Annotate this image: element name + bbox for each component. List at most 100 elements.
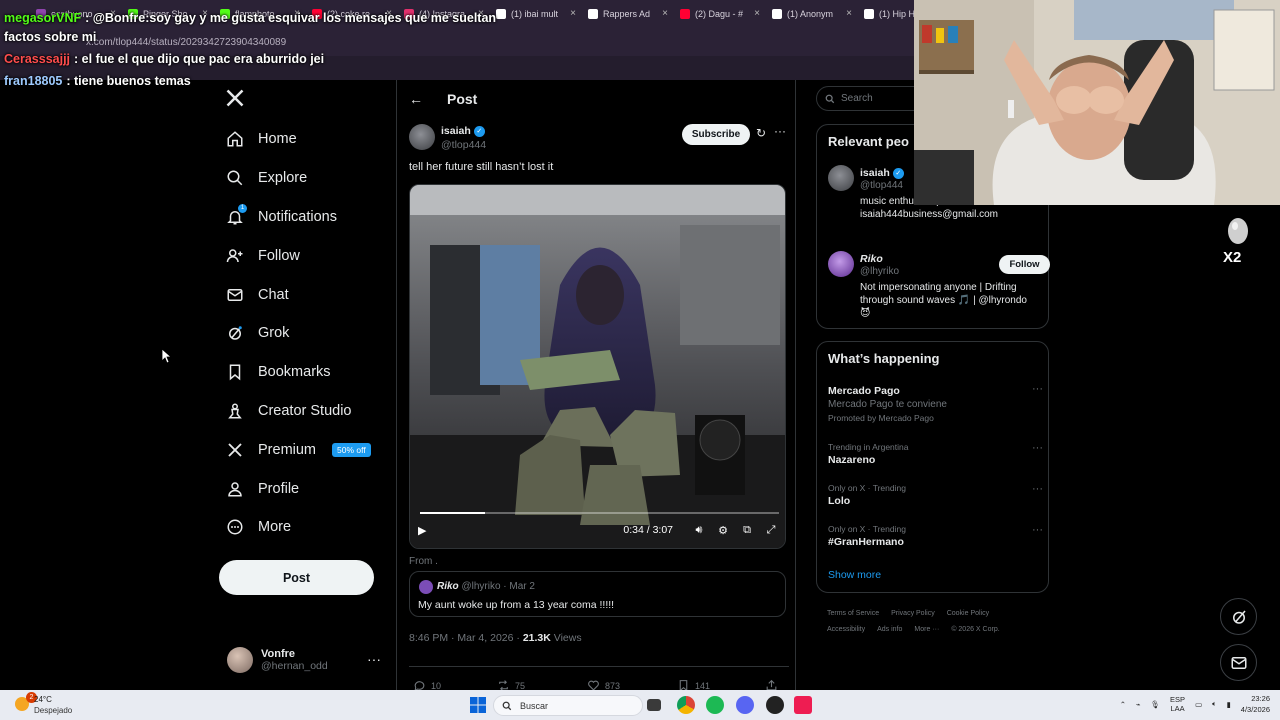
grok-icon[interactable]: ↻ xyxy=(756,126,766,140)
taskbar-search[interactable]: Buscar xyxy=(493,695,643,716)
language-code: ESP xyxy=(1170,695,1186,704)
nav-bookmarks[interactable]: Bookmarks xyxy=(218,353,388,392)
video-frame xyxy=(410,185,785,548)
close-tab-icon[interactable]: × xyxy=(662,8,668,19)
from-attribution[interactable]: From . xyxy=(409,556,438,567)
quote-header: Riko @lhyriko · Mar 2 xyxy=(437,581,535,592)
follow-button[interactable]: Follow xyxy=(999,255,1050,274)
tab-label: (1) ibai mult xyxy=(511,9,559,19)
nav-more[interactable]: More xyxy=(218,508,388,547)
nav-grok[interactable]: Grok xyxy=(218,314,388,353)
footer-link[interactable]: Cookie Policy xyxy=(947,610,989,617)
person-name[interactable]: isaiah xyxy=(860,167,890,179)
author-handle[interactable]: @tlop444 xyxy=(441,139,486,151)
post-actions: 10 75 873 141 xyxy=(409,666,789,692)
browser-tab[interactable]: (2) Dagu - # × xyxy=(674,0,766,28)
discord-icon[interactable] xyxy=(736,696,754,714)
os-taskbar: 2 24°C Despejado Buscar ⌃ ⌁ 🎙︎ ESP LAA ▭ … xyxy=(0,690,1280,720)
nav-creator-studio[interactable]: Creator Studio xyxy=(218,392,388,431)
network-icon[interactable]: ⌁ xyxy=(1136,700,1141,709)
avatar[interactable] xyxy=(409,124,435,150)
tab-favicon-icon xyxy=(588,9,598,19)
mic-icon[interactable]: 🎙︎ xyxy=(1151,700,1161,709)
avatar[interactable] xyxy=(828,165,854,191)
compose-post-button[interactable]: Post xyxy=(219,560,374,595)
bookmark-count: 141 xyxy=(695,680,711,691)
close-tab-icon[interactable]: × xyxy=(846,8,852,19)
more-dots-icon[interactable]: ··· xyxy=(1032,442,1043,454)
footer-link[interactable]: More ··· xyxy=(914,626,939,633)
more-dots-icon[interactable]: ··· xyxy=(774,124,786,138)
taskbar-search-label: Buscar xyxy=(520,700,549,711)
nav-premium[interactable]: Premium 50% off xyxy=(218,430,388,469)
weather-widget[interactable]: 2 24°C Despejado xyxy=(12,692,92,718)
clock[interactable]: 23:26 4/3/2026 xyxy=(1241,693,1270,715)
author-name[interactable]: isaiah xyxy=(441,125,471,137)
more-dots-icon[interactable]: ··· xyxy=(1032,383,1043,395)
more-dots-icon[interactable]: ··· xyxy=(367,651,381,667)
nav-chat[interactable]: Chat xyxy=(218,275,388,314)
search-icon xyxy=(227,170,243,186)
volume-icon[interactable]: 🔊︎ xyxy=(691,524,707,537)
quoted-post[interactable]: Riko @lhyriko · Mar 2 My aunt woke up fr… xyxy=(409,571,786,617)
post-meta: 8:46 PM · Mar 4, 2026 · 21.3K Views xyxy=(409,632,582,644)
play-icon[interactable]: ▶ xyxy=(418,524,432,537)
copyright: © 2026 X Corp. xyxy=(951,626,1000,633)
nav-explore[interactable]: Explore xyxy=(218,159,388,198)
settings-gear-icon[interactable]: ⚙ xyxy=(715,524,731,537)
fullscreen-icon[interactable]: ⤢ xyxy=(763,524,779,537)
creator-icon xyxy=(228,403,242,419)
spotify-icon[interactable] xyxy=(706,696,724,714)
file-explorer-icon[interactable] xyxy=(647,699,661,711)
x-icon xyxy=(228,443,242,457)
close-tab-icon[interactable]: × xyxy=(570,8,576,19)
post-timestamp[interactable]: 8:46 PM · Mar 4, 2026 · xyxy=(409,632,523,644)
subscribe-button[interactable]: Subscribe xyxy=(682,124,750,145)
monitor-icon[interactable]: ▭ xyxy=(1195,700,1202,709)
footer-link[interactable]: Accessibility xyxy=(827,626,865,633)
chat-text: : el fue el que dijo que pac era aburrid… xyxy=(74,52,325,66)
show-more-link[interactable]: Show more xyxy=(828,569,881,581)
notification-badge: 1 xyxy=(238,203,247,213)
nav-follow[interactable]: Follow xyxy=(218,236,388,275)
nav-label: Premium xyxy=(258,441,317,458)
more-dots-icon[interactable]: ··· xyxy=(1032,524,1043,536)
pip-icon[interactable]: ⧉ xyxy=(739,524,755,537)
webcam-overlay xyxy=(914,0,1280,205)
nav-profile[interactable]: Profile xyxy=(218,469,388,508)
avatar[interactable] xyxy=(828,251,854,277)
chevron-up-icon[interactable]: ⌃ xyxy=(1120,700,1126,709)
browser-tab[interactable]: Rappers Ad × xyxy=(582,0,674,28)
search-icon xyxy=(825,94,835,103)
author-name-row[interactable]: isaiah ✓ xyxy=(441,125,485,137)
volume-icon[interactable]: 🔈︎ xyxy=(1212,699,1217,709)
app-icon[interactable] xyxy=(766,696,784,714)
trend-item[interactable]: Mercado Pago Mercado Pago te conviene Pr… xyxy=(828,383,1043,423)
trend-item[interactable]: Only on X · Trending Lolo ··· xyxy=(828,483,1043,507)
footer-link[interactable]: Privacy Policy xyxy=(891,610,935,617)
nav-home[interactable]: Home xyxy=(218,120,388,159)
language-indicator[interactable]: ESP LAA xyxy=(1170,695,1185,713)
messages-fab-button[interactable] xyxy=(1220,644,1257,681)
trend-item[interactable]: Only on X · Trending #GranHermano ··· xyxy=(828,524,1043,548)
grok-fab-button[interactable] xyxy=(1220,598,1257,635)
close-tab-icon[interactable]: × xyxy=(754,8,760,19)
stream-chat-overlay: megasorVNF: @Bonfre:soy gay y me gusta e… xyxy=(4,9,504,94)
more-dots-icon[interactable]: ··· xyxy=(1032,483,1043,495)
browser-tab[interactable]: (1) Anonym × xyxy=(766,0,858,28)
footer-link[interactable]: Terms of Service xyxy=(827,610,879,617)
relevant-person[interactable]: Riko @lhyriko Follow Not impersonating a… xyxy=(828,251,1050,323)
search-input[interactable]: Search xyxy=(816,86,926,111)
trend-item[interactable]: Trending in Argentina Nazareno ··· xyxy=(828,442,1043,466)
chrome-icon[interactable] xyxy=(677,696,695,714)
tiktok-icon[interactable] xyxy=(794,696,812,714)
person-name[interactable]: Riko xyxy=(860,253,883,265)
nav-notifications[interactable]: 1 Notifications xyxy=(218,198,388,237)
account-switcher[interactable]: Vonfre @hernan_odd ··· xyxy=(227,645,387,675)
video-player[interactable]: ▶ 0:34 / 3:07 🔊︎ ⚙ ⧉ ⤢ xyxy=(409,184,786,549)
quote-handle: @lhyriko xyxy=(461,581,501,592)
battery-icon[interactable]: ▮ xyxy=(1227,700,1231,709)
nav-label: Follow xyxy=(258,247,300,264)
footer-link[interactable]: Ads info xyxy=(877,626,902,633)
windows-start-icon[interactable] xyxy=(469,696,487,714)
